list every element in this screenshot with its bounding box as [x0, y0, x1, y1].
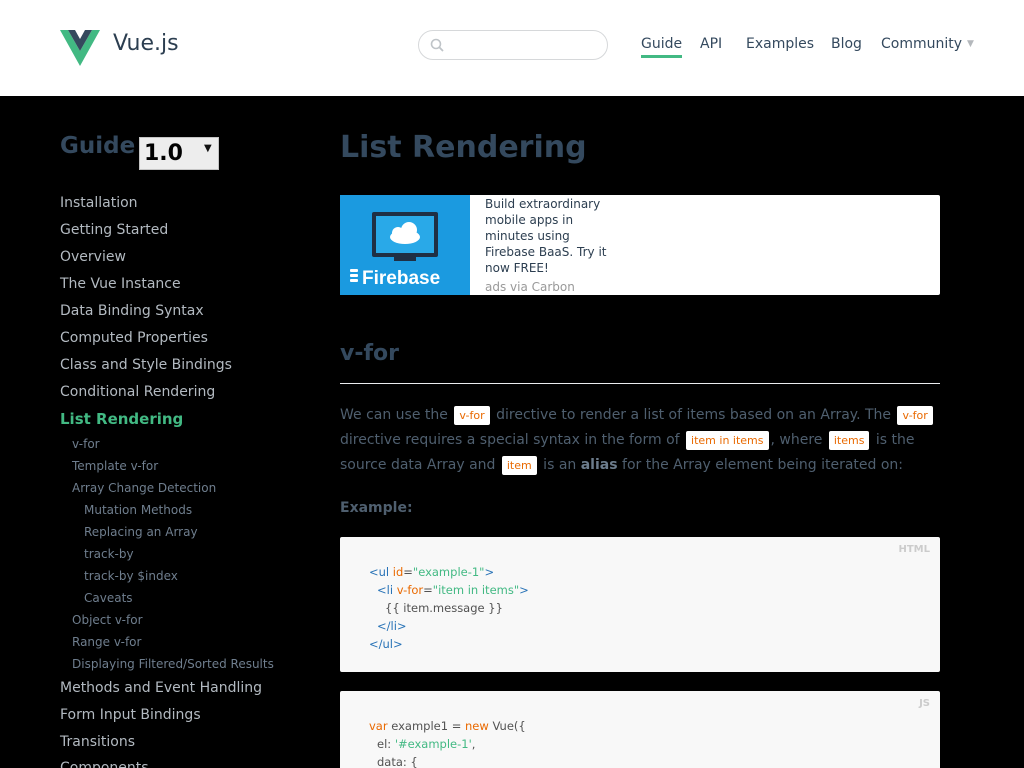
- sidebar-subitem-object-v-for[interactable]: Object v-for: [72, 613, 143, 627]
- sidebar-subitem-filtered[interactable]: Displaying Filtered/Sorted Results: [72, 657, 274, 671]
- js-code-block[interactable]: JS var example1 = new Vue({ el: '#exampl…: [340, 691, 940, 768]
- code-line: var example1 = new Vue({: [369, 719, 526, 733]
- nav-examples[interactable]: Examples: [746, 36, 814, 52]
- brand-link[interactable]: Vue.js: [113, 31, 179, 56]
- sidebar-subitem-replacing[interactable]: Replacing an Array: [84, 525, 198, 539]
- sidebar-subitem-array-change[interactable]: Array Change Detection: [72, 481, 216, 495]
- search-icon: [430, 38, 444, 52]
- example-label: Example:: [340, 500, 413, 516]
- alias-emphasis: alias: [580, 457, 618, 473]
- sidebar-subitem-caveats[interactable]: Caveats: [84, 591, 133, 605]
- para-text: , where: [770, 432, 827, 448]
- code-lang-label: HTML: [898, 544, 930, 555]
- para-text: We can use the: [340, 407, 453, 423]
- ad-via[interactable]: ads via Carbon: [485, 280, 575, 294]
- sidebar-subitem-range-v-for[interactable]: Range v-for: [72, 635, 141, 649]
- para-text: for the Array element being iterated on:: [617, 457, 903, 473]
- nav-guide[interactable]: Guide: [641, 36, 683, 58]
- sidebar-item-components[interactable]: Components: [60, 760, 149, 768]
- nav-blog[interactable]: Blog: [831, 36, 862, 52]
- firebase-ad-image[interactable]: Firebase: [340, 195, 470, 295]
- code-lang-label: JS: [919, 698, 930, 709]
- sidebar-item-class-style[interactable]: Class and Style Bindings: [60, 357, 232, 373]
- sidebar-title: Guide: [60, 133, 136, 159]
- code-line: {{ item.message }}: [385, 601, 503, 615]
- sidebar-item-installation[interactable]: Installation: [60, 195, 138, 211]
- sidebar-item-list-rendering[interactable]: List Rendering: [60, 410, 183, 428]
- nav-community[interactable]: Community ▼: [881, 36, 974, 52]
- code-line: </li>: [377, 619, 407, 633]
- code-line: el: '#example-1',: [377, 737, 476, 751]
- sidebar-item-getting-started[interactable]: Getting Started: [60, 222, 168, 238]
- code-line: <li v-for="item in items">: [377, 583, 529, 597]
- sidebar-item-transitions[interactable]: Transitions: [60, 734, 135, 750]
- vue-logo-icon[interactable]: [60, 30, 100, 67]
- page-title: List Rendering: [340, 130, 587, 165]
- search-input[interactable]: [418, 30, 608, 60]
- top-header: Vue.js Guide API Examples Blog Community…: [0, 0, 1024, 96]
- sidebar-item-vue-instance[interactable]: The Vue Instance: [60, 276, 181, 292]
- para-text: is an: [538, 457, 581, 473]
- section-title-v-for: v-for: [340, 341, 400, 366]
- sidebar-item-data-binding[interactable]: Data Binding Syntax: [60, 303, 204, 319]
- sidebar-subitem-track-by[interactable]: track-by: [84, 547, 134, 561]
- inline-code: item in items: [686, 431, 769, 450]
- select-caret-icon: ▼: [204, 143, 212, 154]
- nav-api[interactable]: API: [700, 36, 722, 52]
- html-code-block[interactable]: HTML <ul id="example-1"> <li v-for="item…: [340, 537, 940, 672]
- ad-brand-text: Firebase: [362, 268, 440, 289]
- sidebar-item-computed[interactable]: Computed Properties: [60, 330, 208, 346]
- carbon-ad[interactable]: Firebase Build extraordinary mobile apps…: [340, 195, 940, 295]
- nav-community-label: Community: [881, 36, 963, 52]
- sidebar-item-methods[interactable]: Methods and Event Handling: [60, 680, 262, 696]
- para-text: directive requires a special syntax in t…: [340, 432, 685, 448]
- code-line: </ul>: [369, 637, 403, 651]
- inline-code: item: [501, 456, 537, 475]
- sidebar-subitem-template-v-for[interactable]: Template v-for: [72, 459, 158, 473]
- sidebar-subitem-v-for[interactable]: v-for: [72, 437, 100, 451]
- sidebar-subitem-mutation[interactable]: Mutation Methods: [84, 503, 192, 517]
- ad-text[interactable]: Build extraordinary mobile apps in minut…: [485, 196, 620, 276]
- section-divider: [340, 383, 940, 384]
- code-line: <ul id="example-1">: [369, 565, 495, 579]
- inline-code: v-for: [897, 406, 933, 425]
- sidebar-item-overview[interactable]: Overview: [60, 249, 126, 265]
- sidebar-item-conditional[interactable]: Conditional Rendering: [60, 384, 215, 400]
- sidebar-item-form-input[interactable]: Form Input Bindings: [60, 707, 201, 723]
- para-text: directive to render a list of items base…: [491, 407, 896, 423]
- sidebar-subitem-track-by-index[interactable]: track-by $index: [84, 569, 178, 583]
- inline-code: items: [828, 431, 870, 450]
- code-line: data: {: [377, 755, 418, 768]
- inline-code: v-for: [454, 406, 490, 425]
- chevron-down-icon: ▼: [967, 39, 974, 49]
- intro-paragraph: We can use the v-for directive to render…: [340, 403, 940, 478]
